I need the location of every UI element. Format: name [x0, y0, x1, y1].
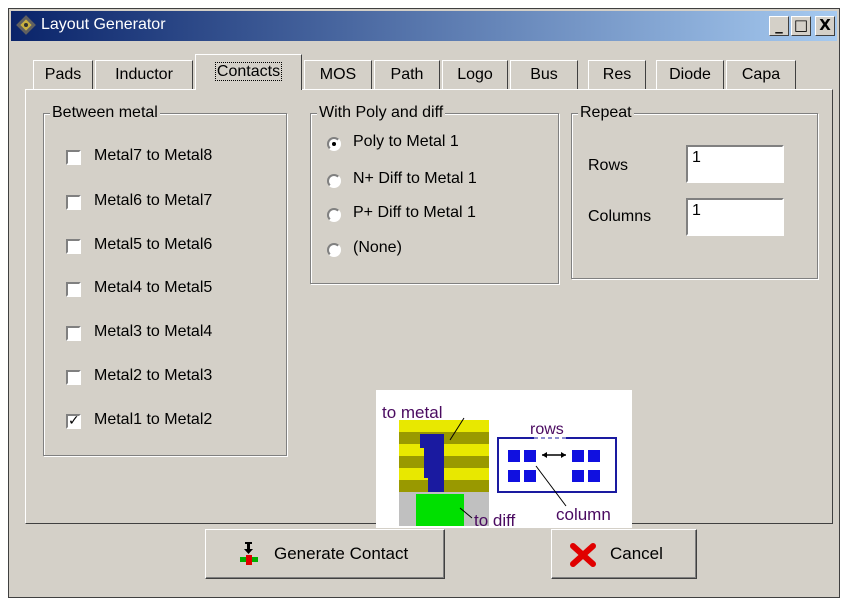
tab-path[interactable]: Path	[374, 60, 440, 90]
diagram-contact	[524, 470, 536, 482]
tab-pads[interactable]: Pads	[33, 60, 93, 90]
contacts-panel: Between metal Metal7 to Metal8 Metal6 to…	[25, 89, 833, 528]
generate-contact-button[interactable]: Generate Contact	[205, 529, 445, 579]
diagram-via-top	[420, 434, 444, 448]
metal5-metal6-checkbox[interactable]	[66, 239, 81, 254]
diagram-contact	[524, 450, 536, 462]
rows-input[interactable]: 1	[686, 145, 784, 183]
maximize-button[interactable]: □	[791, 16, 811, 36]
tab-bus[interactable]: Bus	[510, 60, 578, 90]
metal2-metal3-label[interactable]: Metal2 to Metal3	[94, 367, 212, 385]
metal6-metal7-checkbox[interactable]	[66, 195, 81, 210]
none-label[interactable]: (None)	[353, 239, 402, 257]
cancel-label: Cancel	[610, 544, 663, 563]
columns-input[interactable]: 1	[686, 198, 784, 236]
none-radio[interactable]	[327, 243, 341, 257]
diagram-via-mid	[424, 448, 444, 478]
diagram-arrow-left	[542, 452, 547, 458]
generate-icon	[240, 542, 258, 565]
diagram-via-bottom	[428, 478, 444, 492]
poly-to-metal1-radio[interactable]	[327, 137, 341, 151]
repeat-group: Repeat Rows 1 Columns 1	[571, 104, 818, 279]
tab-contacts[interactable]: Contacts	[195, 54, 302, 90]
poly-diff-group: With Poly and diff Poly to Metal 1 N+ Di…	[310, 104, 559, 284]
chip-icon	[16, 15, 36, 35]
diagram-array-box	[497, 437, 617, 493]
close-button[interactable]: X	[815, 16, 835, 36]
diagram-contact	[588, 470, 600, 482]
metal1-metal2-checkbox[interactable]: ✓	[66, 414, 81, 429]
diagram-contact	[572, 450, 584, 462]
tab-capa[interactable]: Capa	[726, 60, 796, 90]
metal7-metal8-checkbox[interactable]	[66, 150, 81, 165]
tab-diode[interactable]: Diode	[656, 60, 724, 90]
cancel-icon	[570, 543, 596, 567]
diagram-contact	[588, 450, 600, 462]
metal1-metal2-label[interactable]: Metal1 to Metal2	[94, 411, 212, 429]
rows-label: Rows	[588, 157, 629, 174]
nplus-diff-to-metal1-radio[interactable]	[327, 174, 341, 188]
minimize-button[interactable]: _	[769, 16, 789, 36]
metal4-metal5-checkbox[interactable]	[66, 282, 81, 297]
title-bar[interactable]: Layout Generator _ □ X	[11, 11, 837, 41]
diagram-diff	[416, 494, 464, 526]
nplus-diff-to-metal1-label[interactable]: N+ Diff to Metal 1	[353, 170, 477, 188]
metal6-metal7-label[interactable]: Metal6 to Metal7	[94, 192, 212, 210]
diagram-contact	[508, 470, 520, 482]
diagram-column-pointer	[535, 465, 567, 507]
repeat-legend: Repeat	[578, 104, 634, 122]
between-metal-legend: Between metal	[50, 104, 160, 122]
tab-res[interactable]: Res	[588, 60, 646, 90]
metal4-metal5-label[interactable]: Metal4 to Metal5	[94, 279, 212, 297]
metal7-metal8-label[interactable]: Metal7 to Metal8	[94, 147, 212, 165]
diagram-contact	[508, 450, 520, 462]
diagram-to-metal-label: to metal	[382, 403, 442, 422]
diagram-to-diff-label: to diff	[474, 511, 516, 528]
tab-inductor[interactable]: Inductor	[95, 60, 193, 90]
tab-mos[interactable]: MOS	[304, 60, 372, 90]
between-metal-group: Between metal Metal7 to Metal8 Metal6 to…	[43, 104, 287, 456]
metal3-metal4-checkbox[interactable]	[66, 326, 81, 341]
poly-diff-legend: With Poly and diff	[317, 104, 446, 122]
pplus-diff-to-metal1-radio[interactable]	[327, 208, 341, 222]
diagram-rows-label: rows	[530, 421, 564, 438]
main-window: Layout Generator _ □ X Pads Inductor Con…	[8, 8, 840, 598]
metal3-metal4-label[interactable]: Metal3 to Metal4	[94, 323, 212, 341]
diagram-column-label: column	[556, 505, 611, 524]
window-title: Layout Generator	[41, 16, 166, 33]
poly-to-metal1-label[interactable]: Poly to Metal 1	[353, 133, 459, 151]
cancel-button[interactable]: Cancel	[551, 529, 697, 579]
tab-logo[interactable]: Logo	[442, 60, 508, 90]
pplus-diff-to-metal1-label[interactable]: P+ Diff to Metal 1	[353, 204, 476, 222]
contact-diagram: to metal rows to diff column	[376, 390, 632, 528]
metal2-metal3-checkbox[interactable]	[66, 370, 81, 385]
diagram-contact	[572, 470, 584, 482]
columns-label: Columns	[588, 208, 652, 225]
diagram-arrow-right	[561, 452, 566, 458]
metal5-metal6-label[interactable]: Metal5 to Metal6	[94, 236, 212, 254]
generate-contact-label: Generate Contact	[274, 544, 409, 563]
